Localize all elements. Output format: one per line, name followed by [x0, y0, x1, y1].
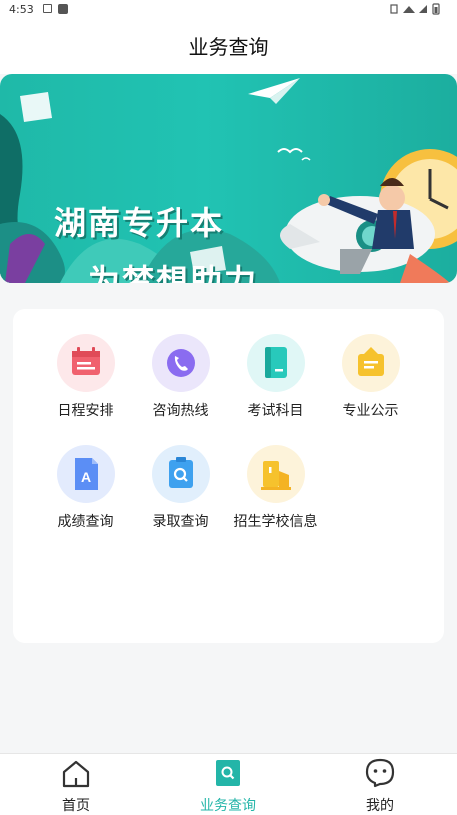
- status-bar: 4:53: [0, 0, 457, 20]
- admission-search-icon: [151, 445, 210, 503]
- tab-label: 业务查询: [200, 798, 256, 814]
- service-label: 考试科目: [247, 403, 304, 419]
- score-document-icon: A: [56, 445, 115, 503]
- app-notification-icon: [58, 4, 68, 14]
- service-label: 录取查询: [152, 514, 209, 530]
- bottom-tab-bar: 首页 业务查询 我的: [0, 753, 457, 815]
- promo-banner[interactable]: 湖南专升本 为梦想助力: [0, 74, 457, 283]
- phone-icon: [151, 334, 210, 392]
- signal-battery-icon: [390, 3, 440, 15]
- banner-headline: 湖南专升本: [54, 204, 225, 242]
- service-label: 日程安排: [57, 403, 114, 419]
- service-hotline[interactable]: 咨询热线: [133, 334, 228, 420]
- status-time: 4:53: [9, 3, 34, 16]
- svg-text:A: A: [80, 469, 90, 485]
- tab-label: 我的: [366, 798, 394, 814]
- tab-label: 首页: [62, 798, 90, 814]
- search-tab-icon: [216, 760, 240, 786]
- tab-mine[interactable]: 我的: [304, 754, 456, 815]
- service-major-notice[interactable]: 专业公示: [323, 334, 418, 420]
- tab-business-query[interactable]: 业务查询: [152, 754, 304, 815]
- tab-home[interactable]: 首页: [0, 754, 152, 815]
- service-schedule[interactable]: 日程安排: [38, 334, 133, 420]
- service-score-query[interactable]: A 成绩查询: [38, 445, 133, 531]
- banner-subheadline: 为梦想助力: [88, 262, 259, 283]
- service-label: 招生学校信息: [233, 514, 318, 530]
- school-building-icon: [246, 445, 305, 503]
- system-status-icons: [389, 3, 449, 18]
- book-icon: [246, 334, 305, 392]
- profile-face-icon: [365, 758, 395, 788]
- service-school-info[interactable]: 招生学校信息: [228, 445, 323, 531]
- services-card: 日程安排 咨询热线 考试科目 专业公示 A 成绩查询 录取查询 招生学校信息: [13, 309, 444, 643]
- service-label: 专业公示: [342, 403, 399, 419]
- home-icon: [62, 760, 90, 788]
- page-title: 业务查询: [0, 20, 457, 74]
- notification-icon: [43, 4, 52, 13]
- service-label: 咨询热线: [152, 403, 209, 419]
- service-label: 成绩查询: [57, 514, 114, 530]
- service-exam-subjects[interactable]: 考试科目: [228, 334, 323, 420]
- banner-illustration: [0, 78, 457, 283]
- notice-icon: [341, 334, 400, 392]
- service-admission-query[interactable]: 录取查询: [133, 445, 228, 531]
- calendar-icon: [56, 334, 115, 392]
